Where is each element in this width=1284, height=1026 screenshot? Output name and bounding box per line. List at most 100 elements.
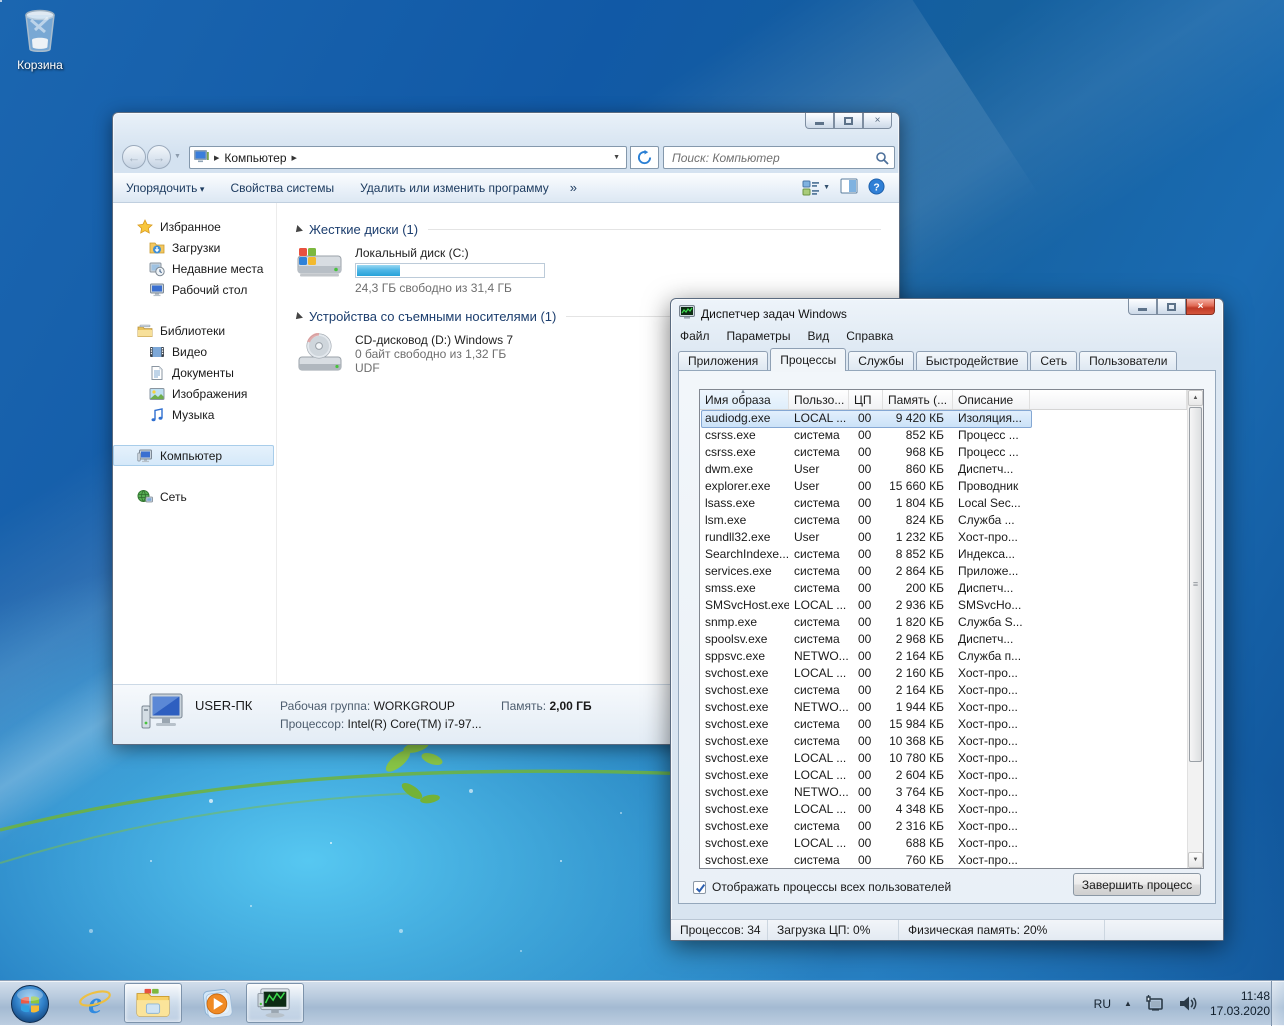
sidebar-item-network[interactable]: Сеть	[113, 486, 276, 507]
process-cpu: 00	[849, 563, 883, 580]
column-header-4[interactable]: Описание	[953, 390, 1030, 409]
vertical-scrollbar[interactable]: ▲ ≡ ▼	[1187, 390, 1203, 868]
process-row[interactable]: smss.exeсистема00200 КБДиспетч...	[700, 580, 1187, 597]
process-row[interactable]: snmp.exeсистема001 820 КБСлужба S...	[700, 614, 1187, 631]
process-row[interactable]: sppsvc.exeNETWO...002 164 КБСлужба п...	[700, 648, 1187, 665]
explorer-minimize-button[interactable]	[805, 113, 834, 129]
column-header-1[interactable]: Пользо...	[789, 390, 849, 409]
process-row[interactable]: svchost.exeсистема00760 КБХост-про...	[700, 852, 1187, 868]
process-row[interactable]: svchost.exeсистема0015 984 КБХост-про...	[700, 716, 1187, 733]
search-input[interactable]	[664, 147, 894, 168]
process-row[interactable]: explorer.exeUser0015 660 КБПроводник	[700, 478, 1187, 495]
taskmgr-minimize-button[interactable]	[1128, 299, 1157, 315]
language-indicator[interactable]: RU	[1094, 997, 1111, 1011]
sidebar-item-pictures[interactable]: Изображения	[113, 383, 276, 404]
process-row[interactable]: lsm.exeсистема00824 КБСлужба ...	[700, 512, 1187, 529]
breadcrumb-computer[interactable]: Компьютер	[224, 151, 286, 165]
process-cpu: 00	[849, 444, 883, 461]
sidebar-item-libraries[interactable]: Библиотеки	[113, 320, 276, 341]
process-row[interactable]: svchost.exeсистема0010 368 КБХост-про...	[700, 733, 1187, 750]
address-bar[interactable]: Компьютер	[189, 146, 627, 169]
scroll-up-button[interactable]: ▲	[1188, 390, 1203, 406]
process-row[interactable]: rundll32.exeUser001 232 КБХост-про...	[700, 529, 1187, 546]
scrollbar-thumb[interactable]: ≡	[1189, 407, 1202, 762]
recycle-bin[interactable]: Корзина	[10, 8, 70, 72]
refresh-button[interactable]	[630, 146, 659, 169]
process-row[interactable]: svchost.exeLOCAL ...00688 КБХост-про...	[700, 835, 1187, 852]
taskmgr-maximize-button[interactable]	[1157, 299, 1186, 315]
tab-сеть[interactable]: Сеть	[1030, 351, 1077, 371]
process-mem: 15 984 КБ	[883, 716, 953, 733]
show-hidden-icons-button[interactable]: ▲	[1124, 999, 1132, 1008]
volume-tray-icon[interactable]	[1178, 995, 1197, 1012]
group-header-hard-disks[interactable]: Жесткие диски (1)	[294, 222, 881, 237]
recent-pages-dropdown-icon[interactable]	[174, 153, 181, 160]
sidebar-item-computer[interactable]: Компьютер	[113, 445, 274, 466]
more-commands-chevron[interactable]: »	[562, 180, 585, 195]
drive-item-c[interactable]: Локальный диск (C:) 24,3 ГБ свободно из …	[296, 246, 881, 295]
sidebar-item-desktop[interactable]: Рабочий стол	[113, 279, 276, 300]
tab-пользователи[interactable]: Пользователи	[1079, 351, 1177, 371]
process-row[interactable]: svchost.exeLOCAL ...004 348 КБХост-про..…	[700, 801, 1187, 818]
task-manager-taskbar-button[interactable]	[246, 983, 304, 1023]
process-row[interactable]: SMSvcHost.exeLOCAL ...002 936 КБSMSvcHo.…	[700, 597, 1187, 614]
process-row[interactable]: svchost.exeNETWO...003 764 КБХост-про...	[700, 784, 1187, 801]
search-box[interactable]	[663, 146, 895, 169]
organize-button[interactable]: Упорядочить	[113, 181, 217, 195]
explorer-close-button[interactable]: ×	[863, 113, 892, 129]
sidebar-item-documents[interactable]: Документы	[113, 362, 276, 383]
media-player-button[interactable]	[187, 983, 245, 1023]
show-desktop-button[interactable]	[1271, 981, 1284, 1026]
network-tray-icon[interactable]	[1145, 995, 1165, 1013]
tab-быстродействие[interactable]: Быстродействие	[916, 351, 1029, 371]
preview-pane-button[interactable]	[840, 178, 858, 197]
tab-службы[interactable]: Службы	[848, 351, 913, 371]
taskmgr-close-button[interactable]: ×	[1186, 299, 1215, 315]
start-button[interactable]	[8, 982, 52, 1025]
sidebar-item-music[interactable]: Музыка	[113, 404, 276, 425]
process-row[interactable]: svchost.exeсистема002 316 КБХост-про...	[700, 818, 1187, 835]
internet-explorer-button[interactable]: e	[66, 983, 124, 1023]
recycle-bin-label: Корзина	[10, 58, 70, 72]
back-button[interactable]	[122, 145, 146, 169]
tab-процессы[interactable]: Процессы	[770, 348, 846, 371]
address-dropdown-icon[interactable]	[613, 154, 622, 161]
explorer-taskbar-button[interactable]	[124, 983, 182, 1023]
process-row[interactable]: audiodg.exeLOCAL ...009 420 КБИзоляция..…	[700, 410, 1187, 427]
forward-button[interactable]	[147, 145, 171, 169]
menu-параметры[interactable]: Параметры	[727, 329, 791, 343]
uninstall-program-button[interactable]: Удалить или изменить программу	[347, 181, 562, 195]
sidebar-item-video[interactable]: Видео	[113, 341, 276, 362]
process-row[interactable]: svchost.exeNETWO...001 944 КБХост-про...	[700, 699, 1187, 716]
tab-приложения[interactable]: Приложения	[678, 351, 768, 371]
process-row[interactable]: csrss.exeсистема00852 КБПроцесс ...	[700, 427, 1187, 444]
process-row[interactable]: svchost.exeLOCAL ...0010 780 КБХост-про.…	[700, 750, 1187, 767]
sidebar-item-downloads[interactable]: Загрузки	[113, 237, 276, 258]
sidebar-item-recent[interactable]: Недавние места	[113, 258, 276, 279]
column-header-0[interactable]: Имя образа▲	[700, 390, 789, 409]
clock[interactable]: 11:48 17.03.2020	[1210, 989, 1270, 1019]
sidebar-item-star[interactable]: Избранное	[113, 216, 276, 237]
process-row[interactable]: dwm.exeUser00860 КБДиспетч...	[700, 461, 1187, 478]
end-process-button[interactable]: Завершить процесс	[1073, 873, 1201, 896]
column-header-2[interactable]: ЦП	[849, 390, 883, 409]
process-row[interactable]: svchost.exeLOCAL ...002 160 КБХост-про..…	[700, 665, 1187, 682]
process-row[interactable]: lsass.exeсистема001 804 КБLocal Sec...	[700, 495, 1187, 512]
process-row[interactable]: svchost.exeLOCAL ...002 604 КБХост-про..…	[700, 767, 1187, 784]
change-view-button[interactable]: ▼	[802, 180, 830, 196]
menu-файл[interactable]: Файл	[680, 329, 710, 343]
show-all-processes-checkbox[interactable]	[693, 881, 706, 894]
process-row[interactable]: svchost.exeсистема002 164 КБХост-про...	[700, 682, 1187, 699]
explorer-maximize-button[interactable]	[834, 113, 863, 129]
column-header-3[interactable]: Память (...	[883, 390, 953, 409]
drive-filesystem: UDF	[355, 361, 513, 375]
scroll-down-button[interactable]: ▼	[1188, 852, 1203, 868]
system-properties-button[interactable]: Свойства системы	[217, 181, 347, 195]
help-button[interactable]: ?	[868, 178, 885, 198]
menu-вид[interactable]: Вид	[807, 329, 829, 343]
process-row[interactable]: spoolsv.exeсистема002 968 КБДиспетч...	[700, 631, 1187, 648]
process-row[interactable]: csrss.exeсистема00968 КБПроцесс ...	[700, 444, 1187, 461]
menu-справка[interactable]: Справка	[846, 329, 893, 343]
process-row[interactable]: SearchIndexe...система008 852 КБИндекса.…	[700, 546, 1187, 563]
process-row[interactable]: services.exeсистема002 864 КБПриложе...	[700, 563, 1187, 580]
